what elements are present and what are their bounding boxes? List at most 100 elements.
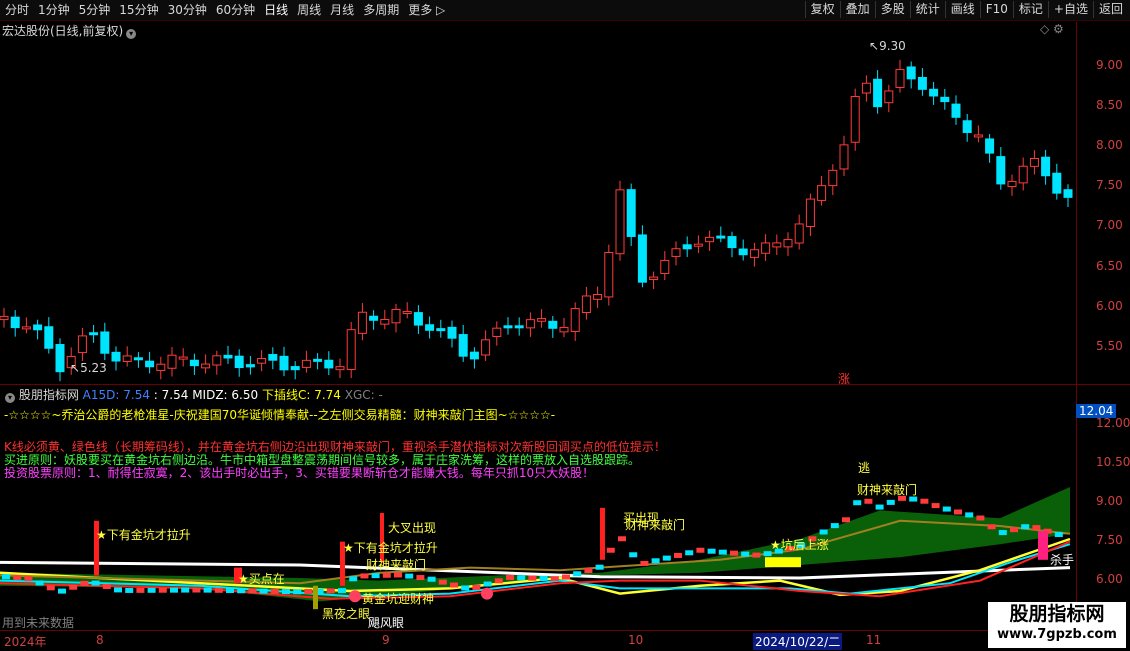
pane-separator [0, 384, 1130, 385]
tab-1min[interactable]: 1分钟 [35, 2, 73, 18]
candle-body [245, 364, 255, 368]
candle-body [425, 324, 435, 331]
mini-candle [360, 573, 369, 579]
y-tick: 7.50 [1096, 533, 1123, 547]
mini-candle [629, 552, 638, 558]
candle-body [223, 354, 233, 359]
mini-candle [640, 560, 649, 566]
candle-body [447, 326, 457, 339]
candlestick-chart[interactable] [0, 22, 1076, 384]
mini-candle [819, 529, 828, 535]
tab-5min[interactable]: 5分钟 [76, 2, 114, 18]
mini-candle [80, 580, 89, 586]
tab-more[interactable]: 更多 ▷ [405, 2, 448, 18]
signal-label: 黑夜之眼 [322, 607, 371, 621]
tab-intraday[interactable]: 分时 [2, 2, 32, 18]
draw-line-button[interactable]: 画线 [944, 1, 980, 18]
y-tick: 7.50 [1096, 178, 1123, 192]
overlay-button[interactable]: 叠加 [839, 1, 875, 18]
candle-body [626, 189, 636, 237]
mini-candle [517, 575, 526, 581]
x-axis: 2024年 8 9 10 2024/10/22/二 11 [0, 630, 1076, 651]
candle-body [1007, 180, 1017, 188]
candle-body [481, 339, 491, 356]
mini-candle [1032, 525, 1041, 531]
y-tick: 10.50 [1096, 455, 1130, 469]
tab-weekly[interactable]: 周线 [294, 2, 324, 18]
candle-body [178, 356, 188, 360]
f10-button[interactable]: F10 [979, 1, 1013, 18]
candle-body [1041, 156, 1051, 177]
signal-dot [349, 590, 361, 603]
mini-candle [707, 548, 716, 554]
signal-dot [481, 587, 493, 600]
future-data-note: 用到未来数据 [2, 616, 75, 630]
mini-candle [1010, 527, 1018, 533]
multi-stock-button[interactable]: 多股 [874, 1, 910, 18]
mini-candle [248, 588, 257, 594]
candle-body [716, 235, 726, 239]
signal-block [765, 557, 801, 568]
indicator-y-axis: 12.04 12.00 10.50 9.00 7.50 6.00 [1076, 386, 1130, 630]
candle-body [671, 248, 681, 257]
back-button[interactable]: 返回 [1092, 1, 1128, 18]
mini-candle [214, 587, 223, 593]
candle-body [749, 249, 759, 258]
mini-candle [338, 588, 346, 594]
indicator-chart[interactable] [0, 386, 1076, 630]
signal-label: 逃 [858, 461, 871, 475]
mini-candle [13, 575, 22, 581]
add-watchlist-button[interactable]: +自选 [1047, 1, 1093, 18]
candle-body [693, 243, 703, 247]
mark-button[interactable]: 标记 [1012, 1, 1048, 18]
candle-body [761, 242, 771, 254]
statistics-button[interactable]: 统计 [909, 1, 945, 18]
adjust-button[interactable]: 复权 [804, 1, 840, 18]
mini-candle [494, 578, 503, 584]
signal-label: ★买点在 [238, 572, 285, 586]
mini-candle [506, 575, 514, 580]
tab-60min[interactable]: 60分钟 [213, 2, 258, 18]
tab-daily[interactable]: 日线 [261, 2, 291, 18]
y-tick: 12.00 [1096, 416, 1130, 430]
mini-candle [326, 588, 335, 594]
candle-body [951, 103, 961, 118]
mini-candle [730, 550, 738, 556]
mini-candle [539, 575, 548, 581]
candle-body [21, 326, 31, 330]
y-tick: 9.00 [1096, 494, 1123, 508]
mini-candle [158, 587, 167, 593]
candle-body [380, 319, 390, 325]
candle-body [492, 327, 502, 337]
candle-body [861, 82, 871, 94]
candle-body [10, 316, 20, 329]
candle-body [929, 88, 939, 97]
mini-candle [461, 585, 470, 591]
candle-body [514, 325, 524, 329]
candle-body [369, 315, 379, 321]
mini-candle [718, 549, 727, 555]
candle-body [570, 308, 580, 332]
candle-body [111, 351, 121, 362]
candle-body [301, 359, 311, 368]
tab-multi-period[interactable]: 多周期 [360, 2, 402, 18]
mini-candle [438, 579, 447, 585]
candle-body [873, 78, 883, 108]
candle-body [335, 366, 345, 371]
tab-15min[interactable]: 15分钟 [116, 2, 161, 18]
candle-body [705, 236, 715, 243]
candle-body [44, 326, 54, 349]
y-tick: 6.00 [1096, 299, 1123, 313]
main-y-axis: 9.00 8.50 8.00 7.50 7.00 6.50 6.00 5.50 [1076, 22, 1130, 384]
mini-candle [752, 552, 761, 558]
candle-body [290, 366, 300, 371]
candle-body [0, 315, 9, 321]
cursor-date: 2024/10/22/二 [753, 633, 843, 650]
candle-body [548, 320, 558, 329]
signal-label: 财神来敲门 [625, 518, 686, 532]
mini-candle [24, 576, 33, 582]
tab-30min[interactable]: 30分钟 [165, 2, 210, 18]
indicator-note-3: 投资股票原则：1、耐得住寂寞，2、该出手时必出手，3、买错要果断斩仓才能赚大钱。… [4, 466, 595, 480]
tab-monthly[interactable]: 月线 [327, 2, 357, 18]
mini-candle [35, 580, 44, 586]
